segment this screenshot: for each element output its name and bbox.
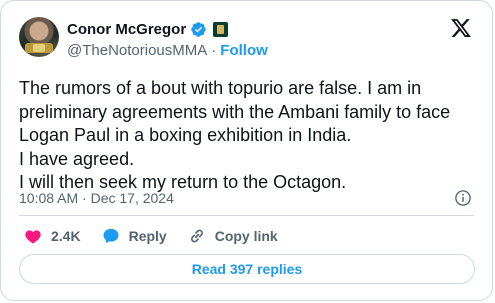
like-button[interactable]: 2.4K xyxy=(23,226,81,246)
tweet-text-line: I have agreed. xyxy=(19,148,135,169)
action-bar: 2.4K Reply Copy link xyxy=(23,226,298,246)
read-replies-button[interactable]: Read 397 replies xyxy=(19,254,475,284)
author-handle-row: @TheNotoriousMMA · Follow xyxy=(67,42,268,59)
author-name[interactable]: Conor McGregor xyxy=(67,21,186,38)
like-count: 2.4K xyxy=(51,228,81,244)
tweet-card[interactable]: Conor McGregor @TheNotoriousMMA · Follow… xyxy=(0,0,493,301)
reply-button[interactable]: Reply xyxy=(101,226,167,246)
link-icon xyxy=(190,229,203,243)
divider xyxy=(19,215,474,216)
copy-link-label: Copy link xyxy=(214,228,278,244)
avatar-belt-plate xyxy=(33,44,45,52)
verified-badge-icon xyxy=(190,21,207,38)
tweet-text-line: preliminary agreements with the Ambani f… xyxy=(19,101,451,122)
avatar[interactable] xyxy=(19,17,59,57)
reply-bubble-icon xyxy=(103,228,119,244)
copy-link-button[interactable]: Copy link xyxy=(187,226,278,246)
author-handle[interactable]: @TheNotoriousMMA xyxy=(67,42,207,59)
author-name-row: Conor McGregor xyxy=(67,19,229,39)
tweet-text-line: The rumors of a bout with topurio are fa… xyxy=(19,78,422,98)
tweet-text: The rumors of a bout with topurio are fa… xyxy=(19,77,479,195)
heart-icon xyxy=(25,230,41,244)
follow-button[interactable]: Follow xyxy=(220,42,268,59)
affiliate-badge-icon xyxy=(213,21,229,37)
tweet-text-line: Logan Paul in a boxing exhibition in Ind… xyxy=(19,125,352,145)
handle-separator: · xyxy=(211,42,217,59)
tweet-timestamp[interactable]: 10:08 AM · Dec 17, 2024 xyxy=(19,190,174,206)
reply-label: Reply xyxy=(128,228,167,244)
info-icon[interactable] xyxy=(454,189,472,207)
x-logo-icon[interactable] xyxy=(450,17,472,39)
